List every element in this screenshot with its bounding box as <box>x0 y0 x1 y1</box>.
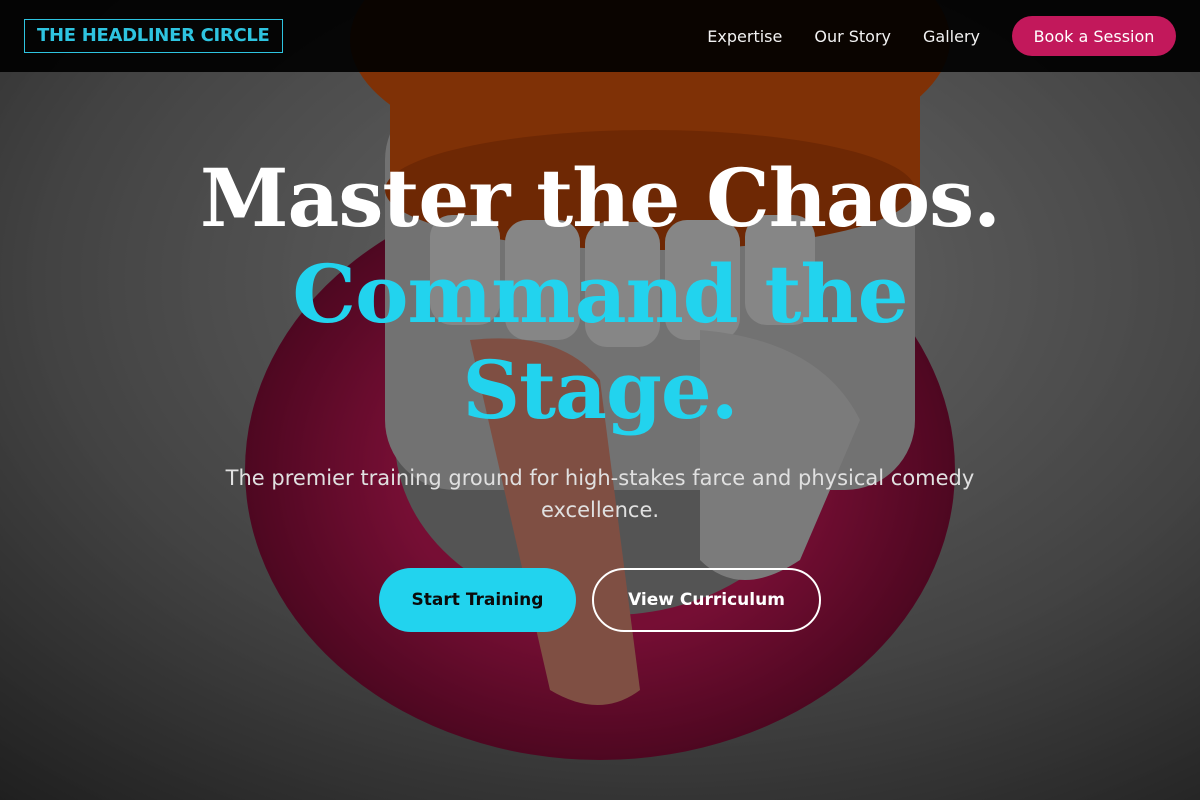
view-curriculum-button[interactable]: View Curriculum <box>592 568 821 632</box>
nav-link-gallery[interactable]: Gallery <box>923 27 980 46</box>
nav-links: Expertise Our Story Gallery <box>675 0 980 72</box>
start-training-button[interactable]: Start Training <box>379 568 576 632</box>
top-navbar: THE HEADLINER CIRCLE Expertise Our Story… <box>0 0 1200 72</box>
brand-logo[interactable]: THE HEADLINER CIRCLE <box>24 19 283 53</box>
headline-line-1: Master the Chaos. <box>199 151 1001 245</box>
hero-section: Master the Chaos. Command the Stage. The… <box>0 150 1200 632</box>
hero-headline: Master the Chaos. Command the Stage. <box>0 150 1200 438</box>
hero-subtitle: The premier training ground for high-sta… <box>225 466 975 522</box>
nav-link-expertise[interactable]: Expertise <box>707 27 782 46</box>
book-session-button[interactable]: Book a Session <box>1012 16 1176 56</box>
headline-line-2: Command the Stage. <box>292 247 908 437</box>
nav-link-our-story[interactable]: Our Story <box>814 27 891 46</box>
hero-cta-row: Start Training View Curriculum <box>0 568 1200 632</box>
